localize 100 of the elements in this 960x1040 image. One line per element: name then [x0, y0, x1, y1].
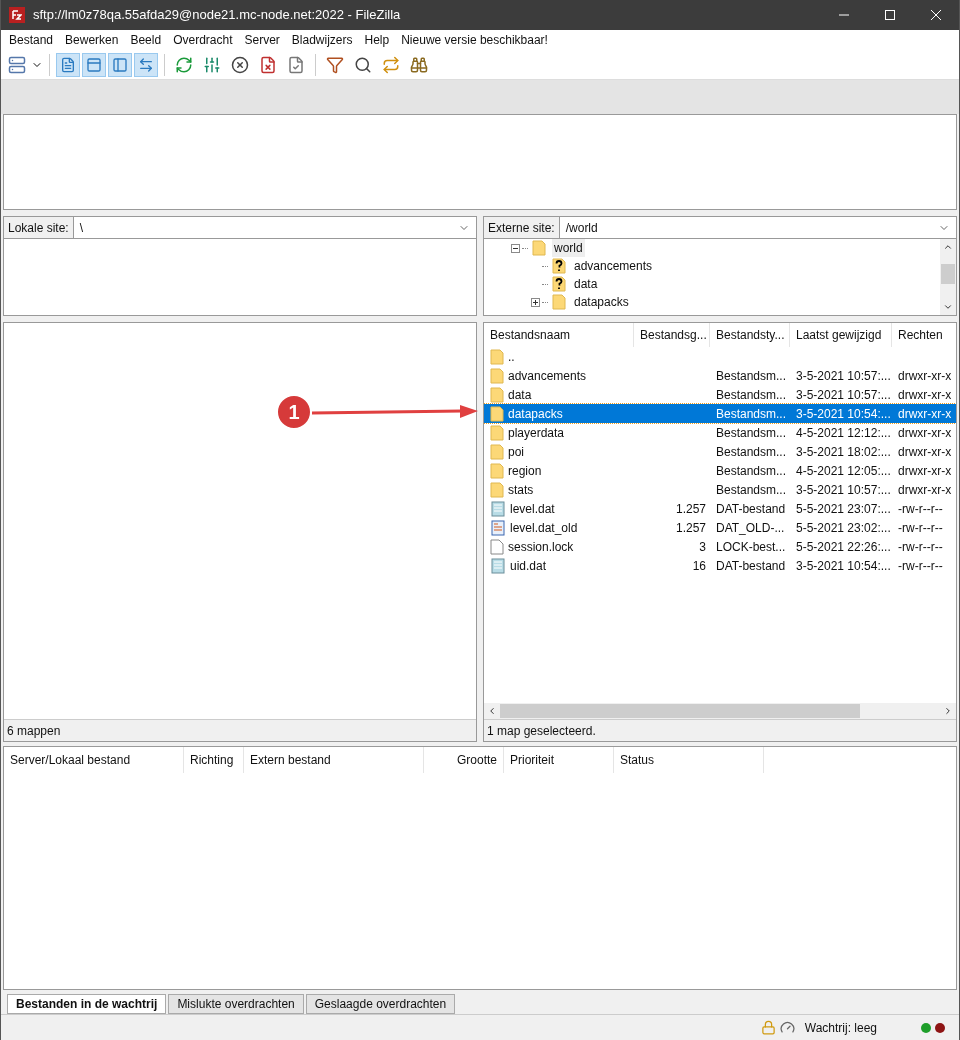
permissions: -rw-r--r-- — [898, 558, 943, 573]
menu-item[interactable]: Beeld — [124, 31, 168, 49]
file-size: 16 — [692, 558, 706, 573]
file-name: region — [508, 462, 542, 480]
path-field[interactable]: /world — [559, 217, 956, 239]
folder-icon — [490, 405, 504, 422]
tree-item[interactable]: world — [552, 239, 585, 257]
modified-date: 5-5-2021 22:26:... — [796, 539, 891, 554]
file-name: uid.dat — [510, 557, 547, 575]
menu-item[interactable]: Bestand — [3, 31, 60, 49]
column-header[interactable]: Richting — [184, 747, 244, 773]
file-name: data — [508, 386, 532, 404]
scroll-thumb[interactable] — [500, 704, 860, 718]
file-type: Bestandsm... — [716, 425, 787, 440]
data-file-icon — [490, 557, 506, 574]
folder-icon — [490, 424, 504, 441]
permissions: drwxr-xr-x — [898, 368, 952, 383]
column-header[interactable]: Bestandsg... — [634, 323, 710, 347]
menu-item[interactable]: Server — [238, 31, 286, 49]
modified-date: 3-5-2021 10:54:... — [796, 406, 891, 421]
file-name: advancements — [508, 367, 587, 385]
column-header[interactable]: Server/Lokaal bestand — [4, 747, 184, 773]
modified-date: 3-5-2021 10:57:... — [796, 482, 891, 497]
sliders-icon — [203, 55, 221, 74]
folder-icon — [490, 348, 504, 365]
document-icon — [490, 519, 506, 536]
file-type: Bestandsm... — [716, 444, 787, 459]
scroll-left-icon[interactable] — [487, 706, 497, 716]
menu-item[interactable]: Nieuwe versie beschikbaar! — [395, 31, 554, 49]
tree-item[interactable]: data — [572, 275, 600, 293]
view-toggle-button[interactable] — [134, 52, 158, 77]
scroll-up-icon[interactable] — [943, 242, 953, 252]
sync-icon — [382, 55, 400, 74]
file-type: Bestandsm... — [716, 406, 787, 421]
tab[interactable]: Geslaagde overdrachten — [305, 994, 456, 1014]
permissions: drwxr-xr-x — [898, 406, 952, 421]
file-row[interactable]: playerdata Bestandsm... 4-5-2021 12:12:... drwxr-xr-x — [484, 423, 956, 442]
column-header[interactable]: Rechten — [892, 323, 956, 347]
server-icon — [8, 55, 26, 74]
file-row[interactable]: datapacks Bestandsm... 3-5-2021 10:54:... drwxr-xr-x — [484, 404, 956, 423]
file-row[interactable]: poi Bestandsm... 3-5-2021 18:02:... drwxr-xr-x — [484, 442, 956, 461]
modified-date: 3-5-2021 10:54:... — [796, 558, 891, 573]
blank-file-icon — [490, 538, 504, 555]
file-name: datapacks — [508, 405, 563, 423]
column-header[interactable]: Extern bestand — [244, 747, 424, 773]
scroll-thumb[interactable] — [941, 264, 955, 284]
column-header[interactable]: Bestandsty... — [710, 323, 790, 347]
file-row[interactable]: stats Bestandsm... 3-5-2021 10:57:... drwxr-xr-x — [484, 480, 956, 499]
expand-toggle[interactable] — [530, 297, 540, 307]
panel-top-icon — [86, 56, 102, 73]
scroll-down-icon[interactable] — [943, 302, 953, 312]
file-row[interactable]: data Bestandsm... 3-5-2021 10:57:... drwxr-xr-x — [484, 385, 956, 404]
permissions: drwxr-xr-x — [898, 482, 952, 497]
queue-status: Wachtrij: leeg — [804, 1019, 877, 1037]
file-size: 1.257 — [675, 501, 706, 516]
file-row[interactable]: .. — [484, 347, 956, 366]
collapse-toggle[interactable] — [510, 243, 520, 253]
site-label: Externe site: — [484, 217, 560, 239]
file-type: Bestandsm... — [716, 368, 787, 383]
column-header[interactable]: Status — [614, 747, 764, 773]
file-row[interactable]: advancements Bestandsm... 3-5-2021 10:57:... drwxr-xr-x — [484, 366, 956, 385]
path-field[interactable]: \ — [73, 217, 476, 239]
file-row[interactable]: uid.dat 16 DAT-bestand 3-5-2021 10:54:... -rw-r--r-- — [484, 556, 956, 575]
file-row[interactable]: session.lock 3 LOCK-best... 5-5-2021 22:26:... -rw-r--r-- — [484, 537, 956, 556]
tree-item[interactable]: datapacks — [572, 293, 631, 311]
lock-icon — [760, 1020, 776, 1035]
view-toggle-button[interactable] — [82, 52, 106, 77]
file-type: DAT_OLD-... — [716, 520, 785, 535]
menu-item[interactable]: Overdracht — [167, 31, 239, 49]
menu-item[interactable]: Bewerken — [59, 31, 125, 49]
window-title: sftp://lm0z78qa.55afda29@node21.mc-node.net:2022 - FileZilla — [33, 6, 401, 25]
view-toggle-button[interactable] — [56, 52, 80, 77]
file-size: 1.257 — [675, 520, 706, 535]
permissions: drwxr-xr-x — [898, 444, 952, 459]
tab[interactable]: Bestanden in de wachtrij — [7, 994, 167, 1014]
tab[interactable]: Mislukte overdrachten — [168, 994, 304, 1014]
file-name: stats — [508, 481, 534, 499]
filter-icon — [326, 55, 344, 74]
status-text: 1 map geselecteerd. — [484, 719, 956, 741]
file-row[interactable]: level.dat_old 1.257 DAT_OLD-... 5-5-2021 23:02:... -rw-r--r-- — [484, 518, 956, 537]
column-header[interactable]: Laatst gewijzigd — [790, 323, 892, 347]
unknown-folder-icon — [552, 276, 566, 292]
file-row[interactable]: level.dat 1.257 DAT-bestand 5-5-2021 23:07:... -rw-r--r-- — [484, 499, 956, 518]
tree-item[interactable]: advancements — [572, 257, 655, 275]
view-toggle-button[interactable] — [108, 52, 132, 77]
binoculars-icon — [410, 55, 428, 74]
file-type: DAT-bestand — [716, 558, 786, 573]
file-row[interactable]: region Bestandsm... 4-5-2021 12:05:... drwxr-xr-x — [484, 461, 956, 480]
column-header[interactable]: Bestandsnaam — [484, 323, 634, 347]
file-remove-icon — [259, 55, 277, 74]
folder-icon — [490, 481, 504, 498]
plus-icon — [531, 298, 539, 306]
modified-date: 4-5-2021 12:05:... — [796, 463, 891, 478]
column-header[interactable]: Prioriteit — [504, 747, 614, 773]
menu-item[interactable]: Bladwijzers — [285, 31, 359, 49]
unknown-folder-icon — [552, 258, 566, 274]
menu-item[interactable]: Help — [358, 31, 396, 49]
column-header[interactable]: Grootte — [424, 747, 504, 773]
scroll-right-icon[interactable] — [943, 706, 953, 716]
close-icon — [931, 10, 941, 20]
